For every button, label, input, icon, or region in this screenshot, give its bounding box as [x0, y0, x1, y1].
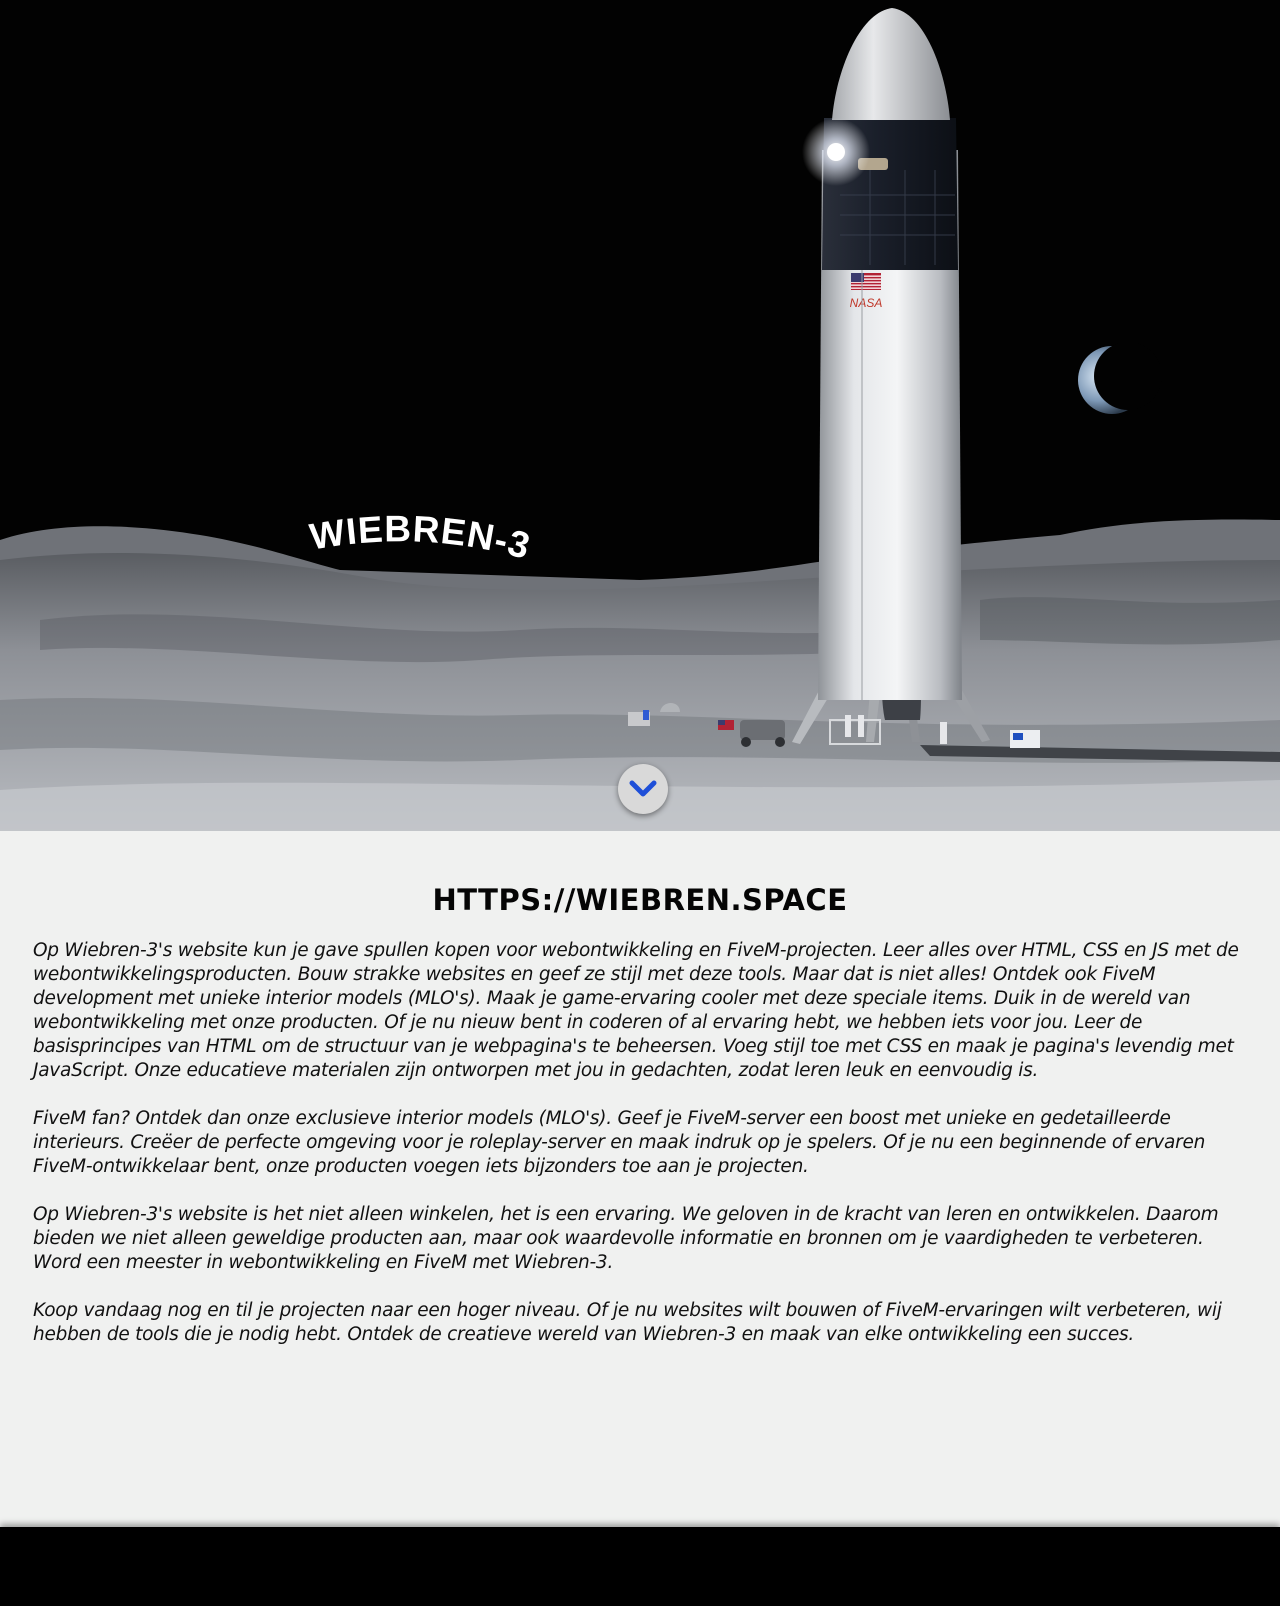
intro-text: Op Wiebren-3's website kun je gave spull…: [33, 939, 1253, 1371]
intro-paragraph: Koop vandaag nog en til je projecten naa…: [33, 1300, 1222, 1345]
scroll-down-button[interactable]: [618, 764, 668, 814]
intro-paragraph: Op Wiebren-3's website kun je gave spull…: [33, 940, 1239, 1081]
intro-paragraph: FiveM fan? Ontdek dan onze exclusieve in…: [33, 1108, 1206, 1177]
intro-section: HTTPS://WIEBREN.SPACE Op Wiebren-3's web…: [0, 831, 1280, 1527]
footer-bar: [0, 1527, 1280, 1606]
svg-text:WIEBREN-3: WIEBREN-3: [307, 508, 535, 567]
chevron-down-icon: [629, 780, 657, 797]
site-logo[interactable]: WIEBREN-3: [300, 500, 550, 590]
hero-banner: NASA WIEBREN-3: [0, 0, 1280, 831]
intro-paragraph: Op Wiebren-3's website is het niet allee…: [33, 1204, 1219, 1273]
logo-text: WIEBREN-3: [307, 508, 534, 567]
moon-landing-illustration: NASA: [0, 0, 1280, 831]
page-title: HTTPS://WIEBREN.SPACE: [432, 883, 848, 917]
nasa-logo: NASA: [850, 296, 883, 310]
